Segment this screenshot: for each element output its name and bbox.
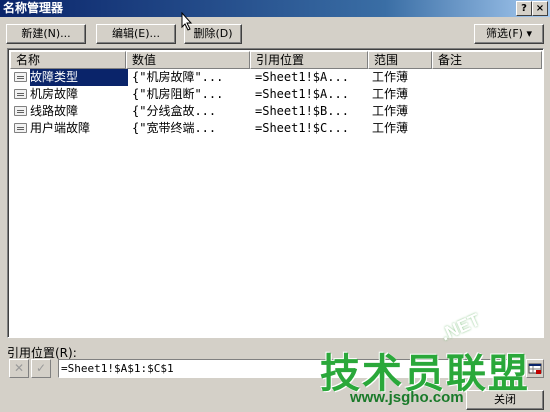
cell-name: 线路故障	[30, 104, 79, 118]
cancel-edit-button[interactable]: ✕	[9, 359, 29, 378]
column-header-value[interactable]: 数值	[126, 51, 250, 69]
window-title: 名称管理器	[3, 1, 64, 15]
cell-value: {"机房故障"...	[132, 70, 224, 84]
collapse-dialog-button[interactable]	[526, 359, 544, 378]
cell-scope: 工作薄	[372, 104, 409, 118]
filter-button[interactable]: 筛选(F) ▾	[474, 24, 544, 44]
close-window-button[interactable]: ×	[532, 1, 548, 16]
reference-input[interactable]: =Sheet1!$A$1:$C$1	[58, 359, 523, 378]
cell-reference: =Sheet1!$A...	[255, 70, 349, 84]
new-button[interactable]: 新建(N)...	[6, 24, 86, 44]
range-select-icon	[528, 363, 542, 374]
confirm-edit-button[interactable]: ✓	[31, 359, 51, 378]
name-range-icon	[14, 123, 27, 133]
name-range-icon	[14, 106, 27, 116]
cell-note	[436, 69, 536, 86]
list-header: 名称 数值 引用位置 范围 备注	[10, 51, 542, 69]
cell-value: {"机房阻断"...	[132, 87, 224, 101]
close-button[interactable]: 关闭	[466, 390, 544, 410]
cell-scope: 工作薄	[372, 70, 409, 84]
table-row[interactable]: 故障类型 {"机房故障"... =Sheet1!$A... 工作薄	[10, 69, 542, 86]
table-row[interactable]: 机房故障 {"机房阻断"... =Sheet1!$A... 工作薄	[10, 86, 542, 103]
watermark-url: www.jsgho.com	[350, 389, 464, 406]
cell-scope: 工作薄	[372, 121, 409, 135]
close-button-label: 关闭	[494, 393, 516, 406]
table-row[interactable]: 用户端故障 {"宽带终端... =Sheet1!$C... 工作薄	[10, 120, 542, 137]
cell-reference: =Sheet1!$A...	[255, 87, 349, 101]
cell-value: {"宽带终端...	[132, 121, 217, 135]
cell-name: 机房故障	[30, 87, 79, 101]
cell-scope: 工作薄	[372, 87, 409, 101]
name-range-icon	[14, 72, 27, 82]
mouse-cursor-icon	[181, 12, 193, 31]
cell-name: 用户端故障	[30, 121, 91, 135]
column-header-reference[interactable]: 引用位置	[250, 51, 368, 69]
cell-note	[436, 103, 536, 120]
cell-reference: =Sheet1!$B...	[255, 104, 349, 118]
column-header-scope[interactable]: 范围	[368, 51, 432, 69]
table-row[interactable]: 线路故障 {"分线盒故... =Sheet1!$B... 工作薄	[10, 103, 542, 120]
cell-reference: =Sheet1!$C...	[255, 121, 349, 135]
cell-note	[436, 120, 536, 137]
edit-button[interactable]: 编辑(E)...	[96, 24, 176, 44]
reference-bar: ✕ ✓ =Sheet1!$A$1:$C$1	[7, 358, 544, 380]
column-header-name[interactable]: 名称	[10, 51, 126, 69]
cell-value: {"分线盒故...	[132, 104, 217, 118]
names-list[interactable]: 名称 数值 引用位置 范围 备注 故障类型 {"机房故障"... =Sheet1…	[7, 48, 544, 338]
name-range-icon	[14, 89, 27, 99]
cell-note	[436, 86, 536, 103]
cell-name: 故障类型	[30, 69, 128, 86]
column-header-note[interactable]: 备注	[432, 51, 542, 69]
title-bar: 名称管理器 ? ×	[0, 0, 550, 17]
help-button[interactable]: ?	[516, 1, 532, 16]
